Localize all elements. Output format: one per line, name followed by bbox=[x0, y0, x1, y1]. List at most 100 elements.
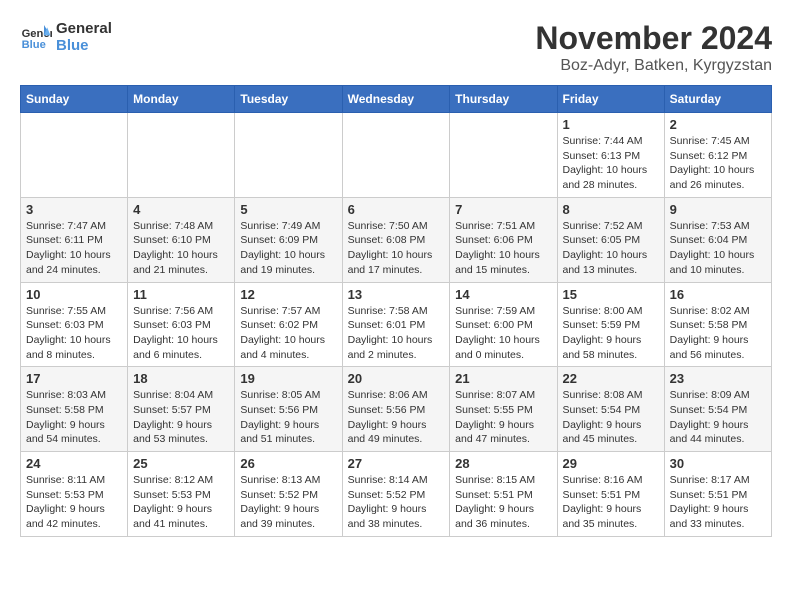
calendar-cell: 23 Sunrise: 8:09 AM Sunset: 5:54 PM Dayli… bbox=[664, 367, 771, 452]
logo-general: General bbox=[56, 20, 112, 37]
calendar-day-header: Friday bbox=[557, 86, 664, 113]
calendar-cell: 12Sunrise: 7:57 AM Sunset: 6:02 PM Dayli… bbox=[235, 282, 342, 367]
day-number: 13 bbox=[348, 287, 445, 302]
calendar-cell: 1 Sunrise: 7:44 AM Sunset: 6:13 PM Daylig… bbox=[557, 113, 664, 198]
day-number: 11 bbox=[133, 287, 229, 302]
day-number: 17 bbox=[26, 371, 122, 386]
day-info: Sunrise: 7:44 AM Sunset: 6:13 PM Dayligh… bbox=[563, 134, 659, 193]
calendar-week-row: 24Sunrise: 8:11 AM Sunset: 5:53 PM Dayli… bbox=[21, 452, 772, 537]
calendar-week-row: 1 Sunrise: 7:44 AM Sunset: 6:13 PM Daylig… bbox=[21, 113, 772, 198]
day-number: 7 bbox=[455, 202, 551, 217]
day-info: Sunrise: 8:03 AM Sunset: 5:58 PM Dayligh… bbox=[26, 388, 122, 447]
day-number: 25 bbox=[133, 456, 229, 471]
day-info: Sunrise: 8:04 AM Sunset: 5:57 PM Dayligh… bbox=[133, 388, 229, 447]
day-number: 18 bbox=[133, 371, 229, 386]
calendar-cell: 30Sunrise: 8:17 AM Sunset: 5:51 PM Dayli… bbox=[664, 452, 771, 537]
month-title: November 2024 bbox=[535, 20, 772, 57]
day-info: Sunrise: 7:51 AM Sunset: 6:06 PM Dayligh… bbox=[455, 219, 551, 278]
calendar-cell: 18 Sunrise: 8:04 AM Sunset: 5:57 PM Dayli… bbox=[128, 367, 235, 452]
calendar-day-header: Tuesday bbox=[235, 86, 342, 113]
day-info: Sunrise: 8:14 AM Sunset: 5:52 PM Dayligh… bbox=[348, 473, 445, 532]
calendar-cell: 4Sunrise: 7:48 AM Sunset: 6:10 PM Daylig… bbox=[128, 197, 235, 282]
day-number: 6 bbox=[348, 202, 445, 217]
day-info: Sunrise: 7:59 AM Sunset: 6:00 PM Dayligh… bbox=[455, 304, 551, 363]
calendar-day-header: Thursday bbox=[450, 86, 557, 113]
calendar-day-header: Saturday bbox=[664, 86, 771, 113]
day-number: 4 bbox=[133, 202, 229, 217]
day-number: 1 bbox=[563, 117, 659, 132]
calendar-cell: 28 Sunrise: 8:15 AM Sunset: 5:51 PM Dayli… bbox=[450, 452, 557, 537]
day-number: 14 bbox=[455, 287, 551, 302]
day-number: 20 bbox=[348, 371, 445, 386]
day-info: Sunrise: 7:47 AM Sunset: 6:11 PM Dayligh… bbox=[26, 219, 122, 278]
day-number: 5 bbox=[240, 202, 336, 217]
calendar-day-header: Monday bbox=[128, 86, 235, 113]
calendar-cell: 17 Sunrise: 8:03 AM Sunset: 5:58 PM Dayli… bbox=[21, 367, 128, 452]
calendar-cell: 3 Sunrise: 7:47 AM Sunset: 6:11 PM Daylig… bbox=[21, 197, 128, 282]
calendar-cell: 6 Sunrise: 7:50 AM Sunset: 6:08 PM Daylig… bbox=[342, 197, 450, 282]
day-number: 2 bbox=[670, 117, 766, 132]
calendar-table: SundayMondayTuesdayWednesdayThursdayFrid… bbox=[20, 85, 772, 537]
day-info: Sunrise: 8:11 AM Sunset: 5:53 PM Dayligh… bbox=[26, 473, 122, 532]
calendar-week-row: 17 Sunrise: 8:03 AM Sunset: 5:58 PM Dayli… bbox=[21, 367, 772, 452]
day-info: Sunrise: 7:56 AM Sunset: 6:03 PM Dayligh… bbox=[133, 304, 229, 363]
calendar-cell bbox=[235, 113, 342, 198]
calendar-cell: 2 Sunrise: 7:45 AM Sunset: 6:12 PM Daylig… bbox=[664, 113, 771, 198]
svg-text:Blue: Blue bbox=[22, 39, 46, 51]
calendar-cell: 5Sunrise: 7:49 AM Sunset: 6:09 PM Daylig… bbox=[235, 197, 342, 282]
day-info: Sunrise: 8:13 AM Sunset: 5:52 PM Dayligh… bbox=[240, 473, 336, 532]
location: Boz-Adyr, Batken, Kyrgyzstan bbox=[535, 57, 772, 75]
calendar-cell: 16Sunrise: 8:02 AM Sunset: 5:58 PM Dayli… bbox=[664, 282, 771, 367]
day-info: Sunrise: 8:05 AM Sunset: 5:56 PM Dayligh… bbox=[240, 388, 336, 447]
day-number: 23 bbox=[670, 371, 766, 386]
calendar-cell: 25Sunrise: 8:12 AM Sunset: 5:53 PM Dayli… bbox=[128, 452, 235, 537]
day-number: 10 bbox=[26, 287, 122, 302]
day-info: Sunrise: 7:55 AM Sunset: 6:03 PM Dayligh… bbox=[26, 304, 122, 363]
day-number: 9 bbox=[670, 202, 766, 217]
day-number: 3 bbox=[26, 202, 122, 217]
calendar-cell: 22Sunrise: 8:08 AM Sunset: 5:54 PM Dayli… bbox=[557, 367, 664, 452]
day-number: 26 bbox=[240, 456, 336, 471]
calendar-cell: 24Sunrise: 8:11 AM Sunset: 5:53 PM Dayli… bbox=[21, 452, 128, 537]
day-number: 29 bbox=[563, 456, 659, 471]
calendar-cell bbox=[21, 113, 128, 198]
calendar-header-row: SundayMondayTuesdayWednesdayThursdayFrid… bbox=[21, 86, 772, 113]
calendar-cell: 11 Sunrise: 7:56 AM Sunset: 6:03 PM Dayli… bbox=[128, 282, 235, 367]
calendar-cell: 26 Sunrise: 8:13 AM Sunset: 5:52 PM Dayli… bbox=[235, 452, 342, 537]
day-info: Sunrise: 7:50 AM Sunset: 6:08 PM Dayligh… bbox=[348, 219, 445, 278]
day-info: Sunrise: 8:09 AM Sunset: 5:54 PM Dayligh… bbox=[670, 388, 766, 447]
logo-blue: Blue bbox=[56, 37, 112, 54]
day-info: Sunrise: 8:16 AM Sunset: 5:51 PM Dayligh… bbox=[563, 473, 659, 532]
calendar-cell: 15 Sunrise: 8:00 AM Sunset: 5:59 PM Dayli… bbox=[557, 282, 664, 367]
calendar-cell: 20 Sunrise: 8:06 AM Sunset: 5:56 PM Dayli… bbox=[342, 367, 450, 452]
calendar-week-row: 10 Sunrise: 7:55 AM Sunset: 6:03 PM Dayli… bbox=[21, 282, 772, 367]
day-info: Sunrise: 7:53 AM Sunset: 6:04 PM Dayligh… bbox=[670, 219, 766, 278]
day-number: 16 bbox=[670, 287, 766, 302]
day-info: Sunrise: 8:06 AM Sunset: 5:56 PM Dayligh… bbox=[348, 388, 445, 447]
day-number: 15 bbox=[563, 287, 659, 302]
day-number: 12 bbox=[240, 287, 336, 302]
day-number: 30 bbox=[670, 456, 766, 471]
day-info: Sunrise: 8:00 AM Sunset: 5:59 PM Dayligh… bbox=[563, 304, 659, 363]
calendar-cell bbox=[128, 113, 235, 198]
calendar-cell bbox=[342, 113, 450, 198]
calendar-cell: 7 Sunrise: 7:51 AM Sunset: 6:06 PM Daylig… bbox=[450, 197, 557, 282]
day-number: 28 bbox=[455, 456, 551, 471]
calendar-cell: 10 Sunrise: 7:55 AM Sunset: 6:03 PM Dayli… bbox=[21, 282, 128, 367]
calendar-cell: 14 Sunrise: 7:59 AM Sunset: 6:00 PM Dayli… bbox=[450, 282, 557, 367]
calendar-day-header: Sunday bbox=[21, 86, 128, 113]
calendar-cell: 9 Sunrise: 7:53 AM Sunset: 6:04 PM Daylig… bbox=[664, 197, 771, 282]
calendar-cell: 19Sunrise: 8:05 AM Sunset: 5:56 PM Dayli… bbox=[235, 367, 342, 452]
calendar-cell bbox=[450, 113, 557, 198]
calendar-cell: 13 Sunrise: 7:58 AM Sunset: 6:01 PM Dayli… bbox=[342, 282, 450, 367]
day-number: 22 bbox=[563, 371, 659, 386]
day-info: Sunrise: 8:07 AM Sunset: 5:55 PM Dayligh… bbox=[455, 388, 551, 447]
day-info: Sunrise: 7:58 AM Sunset: 6:01 PM Dayligh… bbox=[348, 304, 445, 363]
day-number: 27 bbox=[348, 456, 445, 471]
day-info: Sunrise: 7:45 AM Sunset: 6:12 PM Dayligh… bbox=[670, 134, 766, 193]
title-area: November 2024 Boz-Adyr, Batken, Kyrgyzst… bbox=[535, 20, 772, 75]
day-info: Sunrise: 8:15 AM Sunset: 5:51 PM Dayligh… bbox=[455, 473, 551, 532]
day-info: Sunrise: 7:52 AM Sunset: 6:05 PM Dayligh… bbox=[563, 219, 659, 278]
calendar-cell: 21Sunrise: 8:07 AM Sunset: 5:55 PM Dayli… bbox=[450, 367, 557, 452]
calendar-day-header: Wednesday bbox=[342, 86, 450, 113]
